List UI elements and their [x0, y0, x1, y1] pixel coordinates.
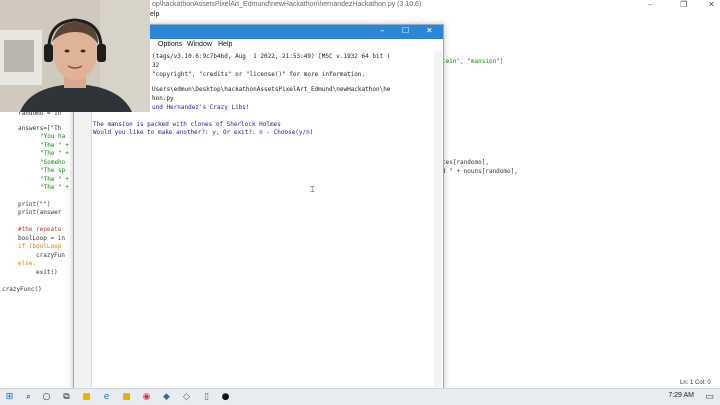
code-line: exit() [36, 269, 58, 276]
code-fragment: ces[randomo], [442, 159, 489, 166]
task-view-icon[interactable]: ⧉ [61, 392, 72, 402]
code-line: crazyFunc() [2, 286, 42, 293]
editor-menu-help[interactable]: elp [150, 11, 159, 18]
code-fragment: d " + nouns[randomo], [442, 168, 518, 175]
python-idle-icon[interactable]: ◆ [161, 392, 172, 402]
editor-title: op\hackathonAssetsPixelArt_Edmund\newHac… [152, 1, 422, 8]
cortana-icon[interactable]: ○ [41, 392, 52, 402]
webcam-person-image [0, 0, 150, 112]
minimize-icon[interactable]: – [648, 0, 652, 9]
search-icon[interactable]: ⌕ [23, 392, 34, 402]
shell-line: (tags/v3.10.6:9c7b4bd, Aug 1 2022, 21:53… [152, 53, 391, 60]
edge-icon[interactable]: e [101, 392, 112, 402]
code-line: #the repeate [18, 226, 62, 233]
close-icon[interactable]: ✕ [426, 26, 433, 35]
code-line: crazyFun [36, 252, 65, 259]
text-cursor-icon: ⌶ [310, 185, 315, 194]
shell-line: Users\edmun\Desktop\hackathonAssetsPixel… [152, 86, 391, 93]
windows-taskbar: ⊞ ⌕ ○ ⧉ ■ e ■ ◉ ◆ ◇ ▯ ● 7:29 AM ▭ [0, 388, 720, 405]
code-line: if (boolLoop [18, 243, 62, 250]
code-fragment: tein", "mansion"] [442, 58, 504, 65]
obs-icon[interactable]: ● [220, 392, 231, 402]
notepad-icon[interactable]: ▯ [201, 392, 212, 402]
code-line: else: [18, 260, 37, 267]
shell-line: hon.py [152, 95, 174, 102]
menu-window[interactable]: Window [187, 41, 212, 48]
maximize-icon[interactable]: ❐ [680, 0, 687, 9]
program-output: The mansion is packed with clones of She… [93, 121, 281, 128]
close-icon[interactable]: ✕ [708, 0, 715, 9]
chrome-icon[interactable]: ◉ [141, 392, 152, 402]
program-prompt: Would you like to make another?: y, Or e… [93, 129, 314, 136]
code-line: print(answer [18, 209, 62, 216]
menu-help[interactable]: Help [218, 41, 232, 48]
code-line: "The sp [40, 167, 66, 174]
menu-options[interactable]: Options [158, 41, 182, 48]
maximize-icon[interactable]: ☐ [402, 26, 409, 35]
file-explorer-icon[interactable]: ■ [81, 392, 92, 402]
shell-line: und Hernandez's Crazy Libs! [152, 104, 250, 111]
code-line: "The " + [40, 184, 69, 191]
shell-line: "copyright", "credits" or "license()" fo… [152, 71, 366, 78]
code-line: "You ha [40, 133, 66, 140]
minimize-icon[interactable]: – [380, 26, 385, 36]
line-column-status: Ln: 1 Col: 0 [680, 380, 711, 386]
code-line: "The " + [40, 150, 69, 157]
taskbar-clock[interactable]: 7:29 AM [668, 392, 694, 399]
shell-line: 32 [152, 62, 160, 69]
sticky-notes-icon[interactable]: ■ [121, 392, 132, 402]
webcam-overlay [0, 0, 150, 112]
notification-icon[interactable]: ▭ [704, 392, 715, 402]
python-shell-taskbar-icon[interactable]: ◇ [181, 392, 192, 402]
shell-scrollbar[interactable] [434, 51, 442, 389]
windows-start-icon[interactable]: ⊞ [4, 392, 15, 402]
